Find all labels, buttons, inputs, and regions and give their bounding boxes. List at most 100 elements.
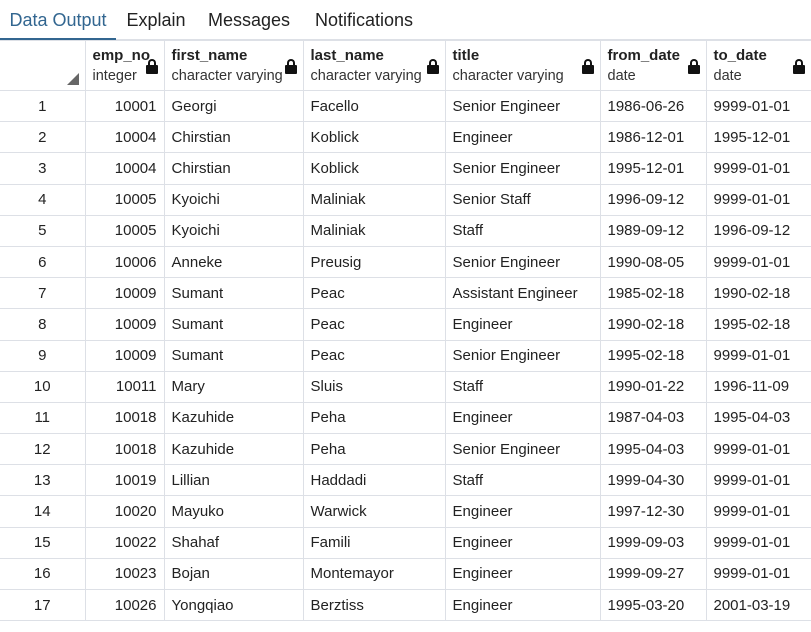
cell-first-name[interactable]: Kazuhide (163, 401, 304, 435)
cell-emp-no[interactable]: 10006 (84, 245, 165, 279)
cell-to-date[interactable]: 9999-01-01 (705, 183, 811, 216)
cell-from-date[interactable]: 1995-04-03 (599, 433, 707, 466)
row-number[interactable]: 17 (0, 588, 86, 622)
cell-from-date[interactable]: 1986-06-26 (599, 89, 707, 123)
cell-title[interactable]: Senior Engineer (444, 89, 601, 123)
cell-title[interactable]: Senior Staff (444, 183, 601, 216)
cell-to-date[interactable]: 1996-09-12 (705, 214, 811, 247)
cell-from-date[interactable]: 1999-09-03 (599, 526, 707, 559)
cell-to-date[interactable]: 9999-01-01 (705, 339, 811, 372)
row-number[interactable]: 11 (0, 401, 86, 435)
cell-emp-no[interactable]: 10005 (84, 183, 165, 216)
cell-from-date[interactable]: 1995-03-20 (599, 588, 707, 622)
cell-to-date[interactable]: 9999-01-01 (705, 526, 811, 559)
cell-last-name[interactable]: Berztiss (302, 588, 446, 622)
cell-first-name[interactable]: Kazuhide (163, 433, 304, 466)
cell-first-name[interactable]: Sumant (163, 308, 304, 341)
cell-last-name[interactable]: Koblick (302, 121, 446, 154)
cell-first-name[interactable]: Sumant (163, 277, 304, 310)
cell-last-name[interactable]: Peha (302, 401, 446, 435)
cell-first-name[interactable]: Kyoichi (163, 214, 304, 247)
cell-last-name[interactable]: Peac (302, 277, 446, 310)
cell-last-name[interactable]: Haddadi (302, 464, 446, 497)
cell-emp-no[interactable]: 10011 (84, 370, 165, 403)
row-number[interactable]: 6 (0, 245, 86, 279)
cell-emp-no[interactable]: 10001 (84, 89, 165, 123)
cell-last-name[interactable]: Famili (302, 526, 446, 559)
cell-title[interactable]: Engineer (444, 495, 601, 528)
column-header-to-date[interactable]: to_date date (705, 40, 811, 91)
cell-title[interactable]: Engineer (444, 557, 601, 591)
tab-explain[interactable]: Explain (116, 0, 196, 40)
cell-first-name[interactable]: Mayuko (163, 495, 304, 528)
cell-emp-no[interactable]: 10009 (84, 339, 165, 372)
cell-last-name[interactable]: Sluis (302, 370, 446, 403)
row-number[interactable]: 7 (0, 277, 86, 310)
cell-from-date[interactable]: 1989-09-12 (599, 214, 707, 247)
cell-title[interactable]: Engineer (444, 401, 601, 435)
cell-first-name[interactable]: Bojan (163, 557, 304, 591)
cell-last-name[interactable]: Warwick (302, 495, 446, 528)
tab-notifications[interactable]: Notifications (302, 0, 426, 40)
cell-title[interactable]: Staff (444, 464, 601, 497)
cell-first-name[interactable]: Sumant (163, 339, 304, 372)
cell-last-name[interactable]: Preusig (302, 245, 446, 279)
cell-last-name[interactable]: Koblick (302, 152, 446, 185)
cell-emp-no[interactable]: 10023 (84, 557, 165, 591)
cell-last-name[interactable]: Facello (302, 89, 446, 123)
row-number[interactable]: 4 (0, 183, 86, 216)
cell-from-date[interactable]: 1999-09-27 (599, 557, 707, 591)
cell-first-name[interactable]: Kyoichi (163, 183, 304, 216)
cell-emp-no[interactable]: 10018 (84, 433, 165, 466)
cell-from-date[interactable]: 1985-02-18 (599, 277, 707, 310)
cell-from-date[interactable]: 1990-08-05 (599, 245, 707, 279)
row-number[interactable]: 14 (0, 495, 86, 528)
cell-to-date[interactable]: 1995-12-01 (705, 121, 811, 154)
cell-title[interactable]: Engineer (444, 526, 601, 559)
cell-last-name[interactable]: Peha (302, 433, 446, 466)
row-number[interactable]: 13 (0, 464, 86, 497)
column-header-last-name[interactable]: last_name character varying (302, 40, 446, 91)
row-number[interactable]: 12 (0, 433, 86, 466)
cell-from-date[interactable]: 1995-02-18 (599, 339, 707, 372)
cell-to-date[interactable]: 9999-01-01 (705, 245, 811, 279)
cell-title[interactable]: Senior Engineer (444, 245, 601, 279)
cell-emp-no[interactable]: 10004 (84, 152, 165, 185)
cell-to-date[interactable]: 9999-01-01 (705, 433, 811, 466)
cell-last-name[interactable]: Montemayor (302, 557, 446, 591)
column-header-emp-no[interactable]: emp_no integer (84, 40, 165, 91)
row-number[interactable]: 2 (0, 121, 86, 154)
cell-first-name[interactable]: Chirstian (163, 152, 304, 185)
cell-to-date[interactable]: 9999-01-01 (705, 495, 811, 528)
cell-last-name[interactable]: Peac (302, 308, 446, 341)
cell-emp-no[interactable]: 10018 (84, 401, 165, 435)
column-header-title[interactable]: title character varying (444, 40, 601, 91)
cell-last-name[interactable]: Maliniak (302, 214, 446, 247)
cell-to-date[interactable]: 9999-01-01 (705, 89, 811, 123)
cell-to-date[interactable]: 9999-01-01 (705, 557, 811, 591)
column-header-first-name[interactable]: first_name character varying (163, 40, 304, 91)
row-number[interactable]: 10 (0, 370, 86, 403)
cell-from-date[interactable]: 1995-12-01 (599, 152, 707, 185)
cell-to-date[interactable]: 1996-11-09 (705, 370, 811, 403)
cell-title[interactable]: Engineer (444, 588, 601, 622)
cell-from-date[interactable]: 1999-04-30 (599, 464, 707, 497)
select-all-corner[interactable] (0, 40, 86, 91)
cell-first-name[interactable]: Georgi (163, 89, 304, 123)
cell-first-name[interactable]: Mary (163, 370, 304, 403)
row-number[interactable]: 16 (0, 557, 86, 591)
column-header-from-date[interactable]: from_date date (599, 40, 707, 91)
cell-first-name[interactable]: Lillian (163, 464, 304, 497)
cell-title[interactable]: Staff (444, 370, 601, 403)
row-number[interactable]: 8 (0, 308, 86, 341)
cell-to-date[interactable]: 9999-01-01 (705, 152, 811, 185)
cell-to-date[interactable]: 1995-04-03 (705, 401, 811, 435)
cell-title[interactable]: Assistant Engineer (444, 277, 601, 310)
cell-to-date[interactable]: 1990-02-18 (705, 277, 811, 310)
cell-first-name[interactable]: Anneke (163, 245, 304, 279)
cell-title[interactable]: Senior Engineer (444, 152, 601, 185)
cell-emp-no[interactable]: 10019 (84, 464, 165, 497)
cell-first-name[interactable]: Shahaf (163, 526, 304, 559)
cell-first-name[interactable]: Yongqiao (163, 588, 304, 622)
cell-title[interactable]: Senior Engineer (444, 339, 601, 372)
